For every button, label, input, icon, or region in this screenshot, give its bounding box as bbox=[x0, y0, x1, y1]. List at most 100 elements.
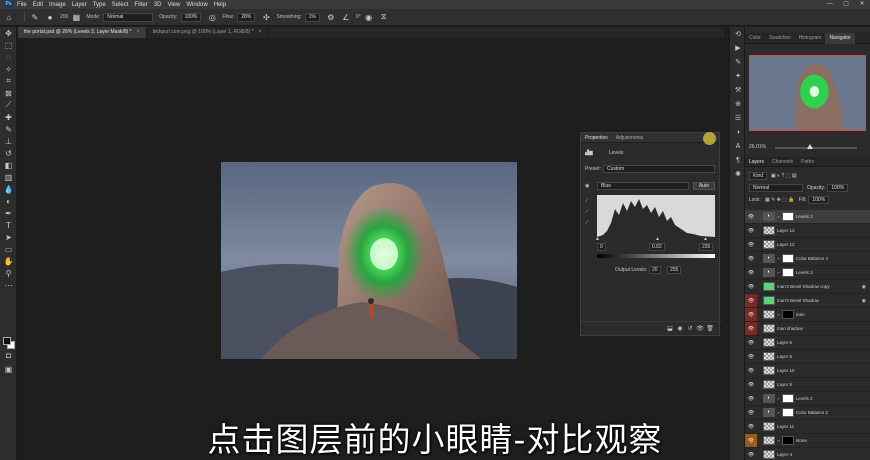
layer-name[interactable]: Layer 5 bbox=[777, 354, 870, 359]
output-black-value[interactable]: 20 bbox=[649, 266, 661, 274]
layer-thumbnail[interactable] bbox=[763, 282, 775, 291]
black-eyedropper-icon[interactable]: ⟋ bbox=[585, 198, 589, 204]
layer-thumbnail[interactable] bbox=[763, 240, 775, 249]
symmetry-icon[interactable]: ⧖ bbox=[379, 12, 389, 22]
lock-icons[interactable]: ▦ ✎ ✥ ⬚ 🔒 bbox=[765, 197, 795, 203]
layer-visibility-eye-icon[interactable]: 👁 bbox=[745, 238, 757, 251]
properties-icon[interactable]: ☰ bbox=[730, 111, 746, 125]
adjustment-layer-icon[interactable]: ◐ bbox=[763, 268, 775, 277]
layer-row[interactable]: 👁 man's Bevel Shadow ◉ bbox=[745, 294, 870, 308]
type-tool-icon[interactable]: T bbox=[0, 219, 17, 231]
brush-settings-icon[interactable]: ✎ bbox=[730, 55, 746, 69]
input-black-value[interactable]: 0 bbox=[597, 243, 606, 251]
link-icon[interactable]: ∞ bbox=[777, 410, 780, 415]
link-icon[interactable]: ∞ bbox=[777, 312, 780, 317]
tab-properties[interactable]: Properties bbox=[581, 135, 612, 141]
airbrush-icon[interactable]: ✣ bbox=[261, 12, 271, 22]
layer-visibility-eye-icon[interactable]: 👁 bbox=[745, 266, 757, 279]
pen-tool-icon[interactable]: ✒ bbox=[0, 207, 17, 219]
frame-tool-icon[interactable]: ⊠ bbox=[0, 87, 17, 99]
input-white-value[interactable]: 226 bbox=[699, 243, 714, 251]
marquee-tool-icon[interactable]: ⬚ bbox=[0, 39, 17, 51]
layer-visibility-eye-icon[interactable]: 👁 bbox=[745, 210, 757, 223]
layer-thumbnail[interactable] bbox=[763, 380, 775, 389]
clip-to-layer-icon[interactable]: ⬓ bbox=[665, 325, 675, 332]
flow-input[interactable]: 28% bbox=[237, 12, 256, 22]
smoothing-input[interactable]: 1% bbox=[304, 12, 320, 22]
output-white-value[interactable]: 255 bbox=[667, 266, 682, 274]
visibility-icon[interactable]: 👁 bbox=[695, 325, 705, 332]
tab-navigator[interactable]: Navigator bbox=[825, 32, 855, 44]
layer-thumbnail[interactable] bbox=[763, 226, 775, 235]
document-canvas-image[interactable] bbox=[221, 162, 517, 359]
adjustment-layer-icon[interactable]: ◐ bbox=[763, 212, 775, 221]
layer-mask-thumbnail[interactable] bbox=[781, 268, 794, 277]
brushes-icon[interactable]: ✦ bbox=[730, 69, 746, 83]
layer-name[interactable]: Layer 12 bbox=[777, 228, 870, 233]
clone-stamp-tool-icon[interactable]: ⊥ bbox=[0, 135, 17, 147]
layer-thumbnail[interactable] bbox=[763, 310, 775, 319]
layer-thumbnail[interactable] bbox=[763, 324, 775, 333]
layer-row[interactable]: 👁 man shadow bbox=[745, 322, 870, 336]
preset-dropdown[interactable]: Custom bbox=[603, 165, 715, 173]
glyphs-icon[interactable]: ✺ bbox=[730, 167, 746, 181]
adjustment-layer-icon[interactable]: ◐ bbox=[763, 408, 775, 417]
link-icon[interactable]: ∞ bbox=[777, 270, 780, 275]
tab-adjustments[interactable]: Adjustments bbox=[612, 135, 648, 141]
layer-visibility-eye-icon[interactable]: 👁 bbox=[745, 364, 757, 377]
gear-icon[interactable]: ⚙ bbox=[326, 12, 336, 22]
adjustment-layer-icon[interactable]: ◐ bbox=[763, 254, 775, 263]
close-button[interactable]: ✕ bbox=[854, 0, 870, 9]
quick-select-tool-icon[interactable]: ✧ bbox=[0, 63, 17, 75]
gray-eyedropper-icon[interactable]: ⟋ bbox=[585, 209, 589, 215]
blend-mode-dropdown[interactable]: Normal bbox=[749, 184, 803, 192]
layer-name[interactable]: man bbox=[796, 312, 870, 317]
menu-select[interactable]: Select bbox=[112, 2, 129, 8]
more-tools-icon[interactable]: ⋯ bbox=[0, 279, 17, 291]
input-gray-slider[interactable]: ▲ bbox=[655, 236, 660, 242]
layer-mask-thumbnail[interactable] bbox=[781, 212, 794, 221]
screen-mode-icon[interactable]: ▣ bbox=[0, 363, 17, 375]
maximize-button[interactable]: ▢ bbox=[838, 0, 854, 9]
menu-edit[interactable]: Edit bbox=[33, 2, 43, 8]
crop-tool-icon[interactable]: ⌗ bbox=[0, 75, 17, 87]
menu-type[interactable]: Type bbox=[93, 2, 106, 8]
layer-row[interactable]: 👁 ◐ ∞ Levels 3 bbox=[745, 266, 870, 280]
tab-swatches[interactable]: Swatches bbox=[765, 33, 795, 44]
layer-row[interactable]: 👁 Layer 10 bbox=[745, 364, 870, 378]
pressure-size-icon[interactable]: ◉ bbox=[364, 12, 374, 22]
link-icon[interactable]: ∞ bbox=[777, 214, 780, 219]
brush-size-value[interactable]: 200 bbox=[60, 14, 68, 20]
menu-filter[interactable]: Filter bbox=[134, 2, 147, 8]
filter-icons[interactable]: ▣ ◐ T ⬚ ▤ bbox=[771, 173, 797, 179]
layer-name[interactable]: Levels 2 bbox=[796, 396, 870, 401]
zoom-level[interactable]: 26.01% bbox=[749, 144, 766, 150]
layer-opacity-input[interactable]: 100% bbox=[827, 184, 849, 192]
input-mid-value[interactable]: 0.82 bbox=[649, 243, 665, 251]
zoom-tool-icon[interactable]: ⚲ bbox=[0, 267, 17, 279]
tool-presets-icon[interactable]: ⚒ bbox=[730, 83, 746, 97]
zoom-slider-knob[interactable] bbox=[807, 144, 813, 149]
layer-name[interactable]: man shadow bbox=[777, 326, 870, 331]
brush-tool-icon[interactable]: ✎ bbox=[0, 123, 17, 135]
layer-effects-icon[interactable]: ◉ bbox=[862, 284, 866, 290]
blur-tool-icon[interactable]: 💧 bbox=[0, 183, 17, 195]
layer-row[interactable]: 👁 ∞ man bbox=[745, 308, 870, 322]
zoom-slider[interactable] bbox=[775, 147, 857, 149]
path-select-tool-icon[interactable]: ➤ bbox=[0, 231, 17, 243]
character-icon[interactable]: A bbox=[730, 139, 746, 153]
layer-visibility-eye-icon[interactable]: 👁 bbox=[745, 392, 757, 405]
layer-name[interactable]: man's Bevel Shadow copy bbox=[777, 284, 862, 289]
layer-row[interactable]: 👁 Layer 6 bbox=[745, 336, 870, 350]
tab-layers[interactable]: Layers bbox=[745, 159, 768, 165]
layer-row[interactable]: 👁 ◐ ∞ Levels 3 bbox=[745, 210, 870, 224]
tab-blckpurl[interactable]: blckpurl.com.png @ 100% (Layer 1, RGB/8)… bbox=[147, 27, 269, 38]
tab-histogram[interactable]: Histogram bbox=[795, 33, 826, 44]
lasso-tool-icon[interactable]: ◌ bbox=[0, 51, 17, 63]
tab-channels[interactable]: Channels bbox=[768, 159, 797, 165]
adjustments-icon[interactable]: ◑ bbox=[730, 125, 746, 139]
layer-name[interactable]: Color Balance 4 bbox=[796, 256, 870, 261]
menu-help[interactable]: Help bbox=[214, 2, 226, 8]
layer-name[interactable]: Color Balance 2 bbox=[796, 410, 870, 415]
paragraph-icon[interactable]: ¶ bbox=[730, 153, 746, 167]
